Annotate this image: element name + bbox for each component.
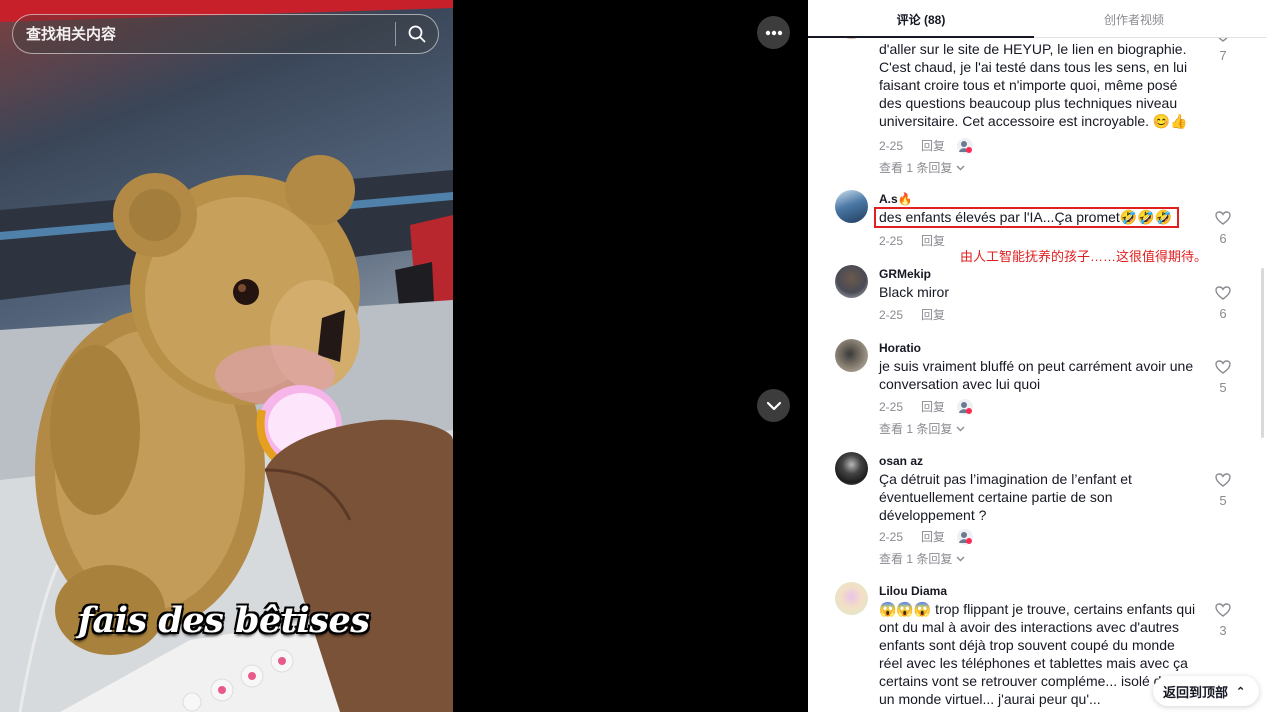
avatar[interactable] bbox=[835, 190, 868, 223]
reply-button[interactable]: 回复 bbox=[921, 232, 945, 249]
heart-outline-icon bbox=[1215, 603, 1231, 617]
view-replies-button[interactable]: 查看 1 条回复 bbox=[879, 420, 965, 437]
comment-meta: 2-25 回复 bbox=[879, 398, 974, 415]
comment-date: 2-25 bbox=[879, 529, 904, 544]
comment-meta: 2-25 回复 bbox=[879, 232, 945, 249]
comment-username[interactable]: Lilou Diama bbox=[879, 584, 947, 598]
like-button[interactable]: 6 bbox=[1212, 211, 1234, 246]
back-to-top-button[interactable]: 返回到顶部 ⌃ bbox=[1153, 676, 1260, 706]
reply-button[interactable]: 回复 bbox=[921, 306, 945, 323]
creator-badge-icon bbox=[957, 398, 974, 415]
more-horizontal-icon bbox=[765, 30, 782, 35]
like-count: 5 bbox=[1219, 493, 1227, 508]
scrollbar-thumb[interactable] bbox=[1261, 268, 1264, 438]
avatar[interactable] bbox=[835, 339, 868, 372]
comment-text: Black miror bbox=[879, 284, 950, 300]
search-input[interactable] bbox=[13, 25, 395, 43]
back-to-top-label: 返回到顶部 bbox=[1163, 684, 1229, 700]
like-count: 6 bbox=[1219, 231, 1227, 246]
chevron-down-icon bbox=[956, 426, 965, 431]
chevron-down-icon bbox=[956, 556, 965, 561]
heart-outline-icon bbox=[1215, 211, 1231, 225]
translation-annotation: 由人工智能抚养的孩子……这很值得期待。 bbox=[960, 249, 1208, 264]
avatar[interactable] bbox=[835, 265, 868, 298]
search-icon bbox=[408, 25, 426, 43]
search-bar[interactable] bbox=[12, 14, 439, 54]
avatar[interactable] bbox=[835, 452, 868, 485]
chevron-down-icon bbox=[766, 401, 781, 410]
comment-text: 😱😱😱 trop flippant je trouve, certains en… bbox=[879, 601, 1196, 707]
like-count: 3 bbox=[1219, 623, 1227, 638]
comments-panel[interactable]: d'aller sur le site de HEYUP, le lien en… bbox=[808, 0, 1267, 712]
reply-button[interactable]: 回复 bbox=[921, 528, 945, 545]
comment-meta: 2-25 回复 bbox=[879, 306, 945, 323]
view-replies-button[interactable]: 查看 1 条回复 bbox=[879, 159, 965, 176]
tab-creator-videos[interactable]: 创作者视频 bbox=[1034, 0, 1234, 37]
next-video-button[interactable] bbox=[757, 389, 790, 422]
comment-username[interactable]: GRMekip bbox=[879, 267, 931, 281]
heart-outline-icon bbox=[1215, 473, 1231, 487]
more-options-button[interactable] bbox=[757, 16, 790, 49]
double-chevron-up-icon: ⌃ bbox=[1236, 685, 1246, 698]
like-count: 7 bbox=[1219, 48, 1227, 63]
search-button[interactable] bbox=[396, 15, 438, 53]
comment-username[interactable]: osan az bbox=[879, 454, 923, 468]
like-button[interactable]: 5 bbox=[1212, 473, 1234, 508]
video-frame[interactable]: fais des bêtises bbox=[0, 0, 453, 712]
comment-date: 2-25 bbox=[879, 399, 904, 414]
like-count: 6 bbox=[1219, 306, 1227, 321]
comment-tabs: 评论 (88) 创作者视频 bbox=[808, 0, 1267, 38]
comment-meta: 2-25 回复 bbox=[879, 528, 974, 545]
tab-comments[interactable]: 评论 (88) bbox=[808, 0, 1034, 38]
creator-badge-icon bbox=[957, 137, 974, 154]
reply-button[interactable]: 回复 bbox=[921, 137, 945, 154]
highlight-annotation-box bbox=[874, 207, 1179, 228]
like-count: 5 bbox=[1219, 380, 1227, 395]
video-caption: fais des bêtises bbox=[78, 600, 370, 641]
comment-date: 2-25 bbox=[879, 307, 904, 322]
heart-outline-icon bbox=[1215, 286, 1231, 300]
like-button[interactable]: 6 bbox=[1212, 286, 1234, 321]
comment-text: Ça détruit pas l’imagination de l’enfant… bbox=[879, 471, 1132, 523]
comment-meta: 2-25 回复 bbox=[879, 137, 974, 154]
reply-button[interactable]: 回复 bbox=[921, 398, 945, 415]
comment-date: 2-25 bbox=[879, 233, 904, 248]
comment-date: 2-25 bbox=[879, 138, 904, 153]
like-button[interactable]: 5 bbox=[1212, 360, 1234, 395]
view-replies-button[interactable]: 查看 1 条回复 bbox=[879, 550, 965, 567]
comment-username[interactable]: A.s🔥 bbox=[879, 192, 913, 206]
comment-username[interactable]: Horatio bbox=[879, 341, 921, 355]
creator-badge-icon bbox=[957, 528, 974, 545]
like-button[interactable]: 3 bbox=[1212, 603, 1234, 638]
chevron-down-icon bbox=[956, 165, 965, 170]
video-player[interactable]: fais des bêtises bbox=[0, 0, 808, 712]
avatar[interactable] bbox=[835, 582, 868, 615]
comment-text: je suis vraiment bluffé on peut carrémen… bbox=[879, 358, 1194, 392]
heart-outline-icon bbox=[1215, 360, 1231, 374]
